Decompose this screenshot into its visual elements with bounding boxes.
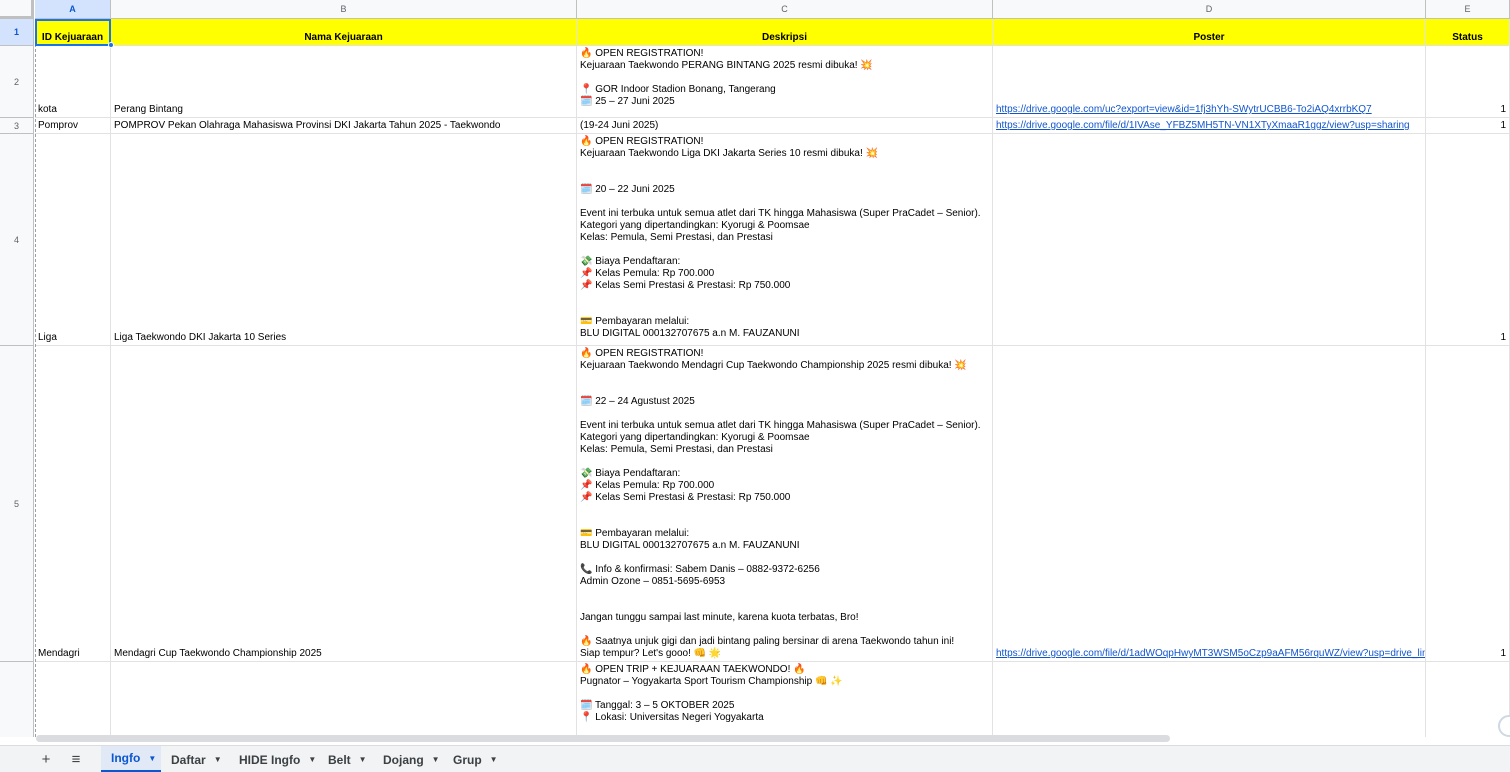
row-header-6[interactable] xyxy=(0,662,34,737)
caret-down-icon[interactable]: ▼ xyxy=(490,755,498,764)
cell-id[interactable] xyxy=(35,662,111,737)
cell-nama[interactable]: POMPROV Pekan Olahraga Mahasiswa Provins… xyxy=(111,118,577,134)
column-header-a[interactable]: A xyxy=(35,0,111,19)
cell-poster-link[interactable] xyxy=(993,662,1426,737)
row-header-1[interactable]: 1 xyxy=(0,19,34,46)
sheet-tab-hide-ingfo[interactable]: HIDE Ingfo ▼ xyxy=(229,746,318,772)
cell-poster-link[interactable]: https://drive.google.com/file/d/1IVAse_Y… xyxy=(993,118,1426,134)
row-header-3[interactable]: 3 xyxy=(0,118,34,134)
cell-id[interactable]: Liga xyxy=(35,134,111,346)
cell-nama[interactable] xyxy=(111,662,577,737)
cell-nama[interactable]: Perang Bintang xyxy=(111,46,577,118)
cell-id[interactable]: Pomprov xyxy=(35,118,111,134)
sheet-tab-label: Ingfo xyxy=(111,751,141,765)
cell-nama[interactable]: Liga Taekwondo DKI Jakarta 10 Series xyxy=(111,134,577,346)
caret-down-icon[interactable]: ▼ xyxy=(308,755,316,764)
header-cell-status[interactable]: Status xyxy=(1426,19,1510,46)
header-cell-deskripsi[interactable]: Deskripsi xyxy=(577,19,993,46)
cell-nama[interactable]: Mendagri Cup Taekwondo Championship 2025 xyxy=(111,346,577,662)
cell-poster-link[interactable]: https://drive.google.com/uc?export=view&… xyxy=(993,46,1426,118)
column-header-b[interactable]: B xyxy=(111,0,577,19)
cell-status[interactable]: 1 xyxy=(1426,346,1510,662)
plus-icon[interactable]: + xyxy=(35,750,57,770)
cell-status[interactable]: 1 xyxy=(1426,134,1510,346)
sheet-tab-label: Dojang xyxy=(383,752,424,767)
caret-down-icon[interactable]: ▼ xyxy=(432,755,440,764)
sheet-tab-ingfo[interactable]: Ingfo ▼ xyxy=(101,746,161,772)
cell-deskripsi[interactable]: 🔥 OPEN REGISTRATION! Kejuaraan Taekwondo… xyxy=(577,346,993,662)
sheet-tab-dojang[interactable]: Dojang ▼ xyxy=(373,746,443,772)
cell-status[interactable]: 1 xyxy=(1426,46,1510,118)
spreadsheet-grid[interactable]: A B C D E 1 2 3 4 5 ID Kejuaraan Nama Ke… xyxy=(0,0,1510,737)
cell-deskripsi[interactable]: (19-24 Juni 2025) xyxy=(577,118,993,134)
sheet-tab-label: Belt xyxy=(328,752,351,767)
cell-poster-link[interactable]: https://drive.google.com/file/d/1adWOqpH… xyxy=(993,346,1426,662)
sheet-tab-label: Daftar xyxy=(171,752,206,767)
caret-down-icon[interactable]: ▼ xyxy=(359,755,367,764)
cell-status[interactable]: 1 xyxy=(1426,118,1510,134)
row-header-2[interactable]: 2 xyxy=(0,46,34,118)
caret-down-icon[interactable]: ▼ xyxy=(148,754,156,763)
column-header-d[interactable]: D xyxy=(993,0,1426,19)
cell-poster-link[interactable] xyxy=(993,134,1426,346)
header-cell-poster[interactable]: Poster xyxy=(993,19,1426,46)
cell-id[interactable]: kota xyxy=(35,46,111,118)
sheet-tab-label: HIDE Ingfo xyxy=(239,752,301,767)
active-cell-outline xyxy=(35,19,111,46)
sheet-tab-belt[interactable]: Belt ▼ xyxy=(318,746,373,772)
column-header-c[interactable]: C xyxy=(577,0,993,19)
select-all-corner[interactable] xyxy=(0,0,34,19)
horizontal-scrollbar[interactable] xyxy=(36,735,1170,742)
sheet-tab-bar: + ≡ Ingfo ▼ Daftar ▼ HIDE Ingfo ▼ Belt ▼… xyxy=(0,745,1510,772)
caret-down-icon[interactable]: ▼ xyxy=(214,755,222,764)
freeze-divider xyxy=(35,19,36,737)
row-header-4[interactable]: 4 xyxy=(0,134,34,346)
menu-icon[interactable]: ≡ xyxy=(65,750,87,770)
cell-deskripsi[interactable]: 🔥 OPEN REGISTRATION! Kejuaraan Taekwondo… xyxy=(577,134,993,346)
sheet-tab-grup[interactable]: Grup ▼ xyxy=(443,746,503,772)
fill-handle[interactable] xyxy=(108,42,114,48)
cell-deskripsi[interactable]: 🔥 OPEN REGISTRATION! Kejuaraan Taekwondo… xyxy=(577,46,993,118)
column-header-e[interactable]: E xyxy=(1426,0,1510,19)
sheet-tab-label: Grup xyxy=(453,752,482,767)
cell-id[interactable]: Mendagri xyxy=(35,346,111,662)
row-header-5[interactable]: 5 xyxy=(0,346,34,662)
header-cell-nama[interactable]: Nama Kejuaraan xyxy=(111,19,577,46)
sheet-tab-daftar[interactable]: Daftar ▼ xyxy=(161,746,229,772)
cell-deskripsi[interactable]: 🔥 OPEN TRIP + KEJUARAAN TAEKWONDO! 🔥 Pug… xyxy=(577,662,993,737)
